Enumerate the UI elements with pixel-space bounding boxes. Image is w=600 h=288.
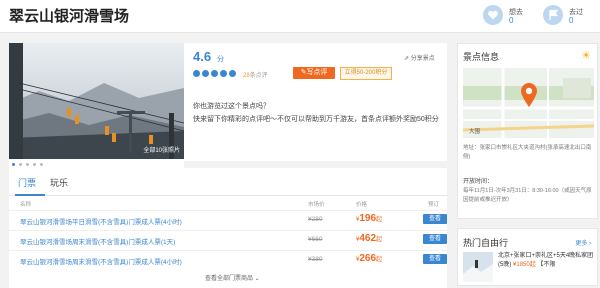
- star-icon: [211, 70, 218, 77]
- pager-dot[interactable]: [40, 163, 43, 166]
- ticket-name-link[interactable]: 翠云山银河滑雪场平日滑雪(不含雪具)门票成人票(4小时): [20, 216, 182, 226]
- page-title: 翠云山银河滑雪场: [9, 8, 130, 25]
- price-value: 266: [359, 253, 377, 264]
- flag-icon: [543, 5, 563, 25]
- sun-icon: ☀: [581, 50, 591, 62]
- tour-tag: 【不限: [537, 262, 556, 268]
- address-text: 地址：张家口市崇礼区大夹道沟村(张承高速北出口南侧): [463, 145, 592, 160]
- view-ticket-button[interactable]: 查看: [423, 234, 447, 244]
- tour-price: ¥1850起: [513, 262, 536, 268]
- scenic-info-panel: 景点信息 ☀ 大围 地址：张家口市崇礼区大夹道沟村(张承高速北出口南侧) 开放时…: [457, 43, 598, 219]
- view-ticket-button[interactable]: 查看: [423, 254, 447, 264]
- review-prompt-detail: 快来留下你精彩的点评吧～不仅可以帮助到万千游友，首条点评额外奖励50积分: [193, 116, 439, 123]
- star-icon: [229, 70, 236, 77]
- review-count: 28: [243, 73, 250, 79]
- table-row: 翠云山银河滑雪场周末滑雪(不含雪具)门票成人票(4小时) ¥380 ¥266起 …: [9, 250, 447, 269]
- ticket-table-header: 名称 市场价 价格 预订: [9, 199, 447, 209]
- points-badge: 立得50-200积分: [340, 67, 392, 80]
- star-icon: [220, 70, 227, 77]
- ticket-price: ¥196起: [356, 213, 382, 224]
- map-place-label: 大围: [469, 129, 481, 135]
- view-all-tickets-label: 查看全部门票商品: [205, 276, 254, 282]
- map-pin-icon: [520, 82, 538, 110]
- ticket-price: ¥462起: [356, 233, 382, 244]
- review-suffix: 条点评: [249, 73, 268, 79]
- market-price: ¥380: [308, 256, 323, 263]
- price-value: 462: [359, 233, 377, 244]
- hot-tours-panel: 热门自由行 更多 › 北京+张家口+崇礼区+5天4晚私家团(5晚) ¥1850起…: [457, 228, 598, 286]
- pager-dot[interactable]: [26, 163, 29, 166]
- more-tours-link[interactable]: 更多 ›: [575, 238, 591, 247]
- price-suffix: 起: [376, 257, 383, 263]
- pager-dot[interactable]: [12, 163, 15, 166]
- star-icon: [193, 70, 200, 77]
- hot-tours-title: 热门自由行: [463, 238, 509, 248]
- ticket-name-link[interactable]: 翠云山银河滑雪场周末滑雪(不含雪具)门票成人票(1天): [20, 236, 175, 246]
- share-link[interactable]: ⇗ 分享景点: [404, 53, 435, 62]
- write-review-label: 写点评: [306, 69, 328, 76]
- ticket-tabs: 门票 玩乐: [9, 173, 447, 196]
- location-map[interactable]: 大围: [463, 68, 594, 138]
- chevron-right-icon: ›: [587, 241, 591, 247]
- price-suffix: 起: [376, 217, 383, 223]
- market-price: ¥660: [308, 236, 323, 243]
- tour-thumbnail[interactable]: [463, 252, 493, 282]
- column-book: 预订: [428, 202, 440, 208]
- all-photos-link[interactable]: 全部10张照片: [143, 145, 180, 154]
- star-icon: [202, 70, 209, 77]
- pager-dot[interactable]: [19, 163, 22, 166]
- view-all-tickets-link[interactable]: 查看全部门票商品 ⌄: [205, 273, 260, 282]
- scenic-info-title: 景点信息: [463, 52, 500, 62]
- price-value: 196: [359, 213, 377, 224]
- ticket-price: ¥266起: [356, 253, 382, 264]
- review-count-link[interactable]: 28条点评: [243, 70, 268, 79]
- table-row: 翠云山银河滑雪场平日滑雪(不含雪具)门票成人票(4小时) ¥280 ¥196起 …: [9, 210, 447, 229]
- want-to-go-button[interactable]: 想去 0: [483, 5, 533, 27]
- chevron-down-icon: ⌄: [253, 276, 260, 282]
- open-hours-label: 开放时间：: [463, 179, 494, 185]
- column-price: 价格: [356, 202, 368, 208]
- open-hours-text: 每年11月1日-次年3月31日：8:30-16:00（或因天气原因提前或推迟开放…: [463, 188, 592, 203]
- view-ticket-button[interactable]: 查看: [423, 214, 447, 224]
- share-icon: ⇗: [404, 56, 411, 62]
- share-label: 分享景点: [410, 56, 435, 62]
- table-row: 翠云山银河滑雪场周末滑雪(不含雪具)门票成人票(1天) ¥660 ¥462起 查…: [9, 230, 447, 249]
- tab-tickets[interactable]: 门票: [18, 176, 36, 189]
- page-header: 翠云山银河滑雪场 想去 0 去过 0: [0, 0, 600, 33]
- column-market-price: 市场价: [308, 202, 325, 208]
- market-price: ¥280: [308, 216, 323, 223]
- review-prompt-question: 你也游览过这个景点吗？: [193, 103, 270, 110]
- scenic-photo[interactable]: 全部10张照片: [9, 43, 184, 159]
- column-name: 名称: [20, 202, 32, 208]
- pager-dot[interactable]: [33, 163, 36, 166]
- active-tab-indicator: [15, 194, 45, 196]
- write-review-button[interactable]: ✎ 写点评: [293, 67, 335, 79]
- more-label: 更多: [575, 241, 588, 247]
- want-count: 0: [509, 16, 514, 25]
- tour-item[interactable]: 北京+张家口+崇礼区+5天4晚私家团(5晚) ¥1850起 【不限: [498, 252, 594, 270]
- been-there-button[interactable]: 去过 0: [543, 5, 593, 27]
- heart-icon: [483, 5, 503, 25]
- price-suffix: 起: [376, 237, 383, 243]
- been-count: 0: [569, 16, 574, 25]
- tab-activities[interactable]: 玩乐: [50, 176, 68, 189]
- rating-score: 4.6: [193, 49, 212, 64]
- rating-unit: 分: [217, 56, 224, 63]
- ticket-name-link[interactable]: 翠云山银河滑雪场周末滑雪(不含雪具)门票成人票(4小时): [20, 256, 182, 266]
